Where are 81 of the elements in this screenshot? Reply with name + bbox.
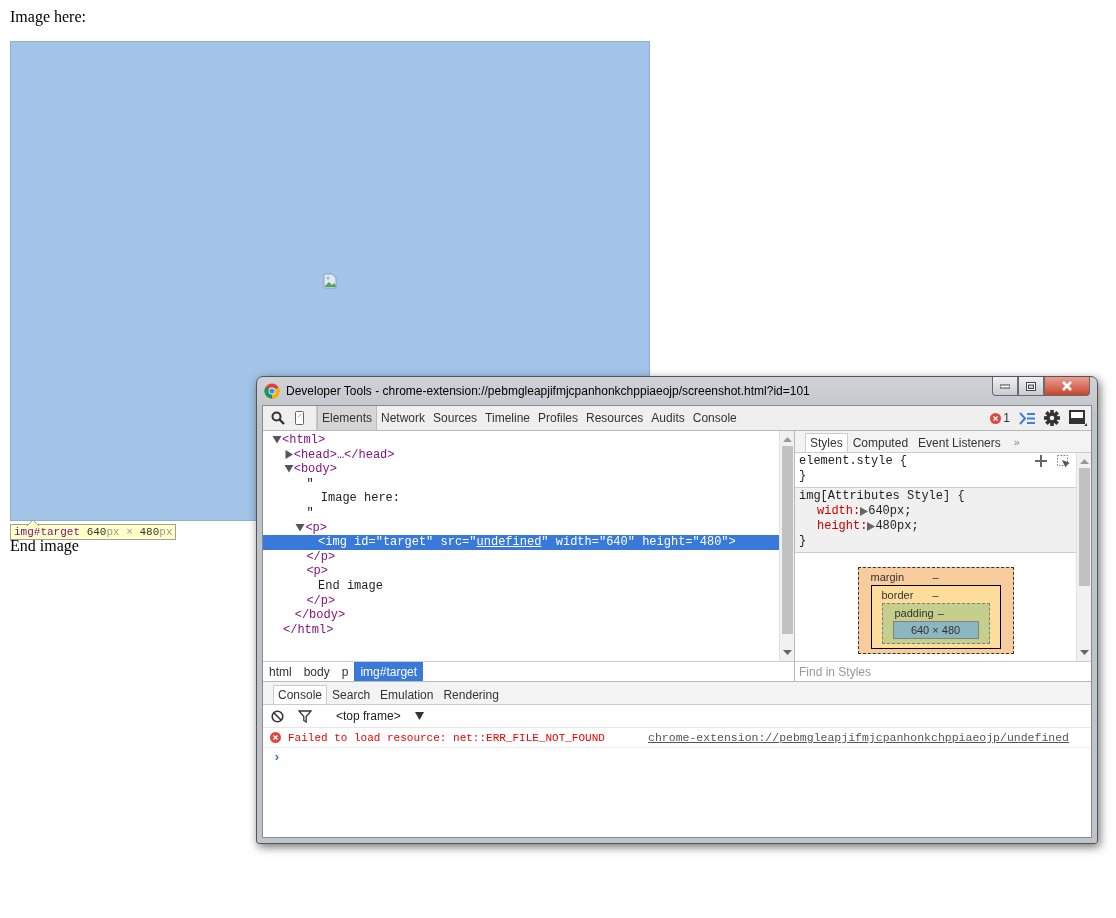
drawer-tab[interactable]: Emulation bbox=[375, 685, 439, 704]
drawer-tab[interactable]: Search bbox=[327, 685, 376, 704]
settings-icon[interactable] bbox=[1044, 410, 1060, 426]
scrollbar[interactable] bbox=[779, 431, 794, 661]
breadcrumb[interactable]: body bbox=[297, 662, 336, 681]
close-button[interactable] bbox=[1044, 377, 1090, 396]
drawer-tab[interactable]: Rendering bbox=[438, 685, 504, 704]
resource-link[interactable]: undefined bbox=[476, 535, 542, 550]
disclosure-triangle-icon[interactable] bbox=[283, 464, 294, 474]
prompt-marker: › bbox=[273, 749, 281, 765]
maximize-button[interactable] bbox=[1018, 377, 1044, 396]
box-model-value: – bbox=[937, 606, 944, 619]
css-selector: element.style { bbox=[799, 454, 908, 469]
breadcrumb[interactable]: html bbox=[263, 662, 298, 681]
dom-node[interactable]: " Image here: " bbox=[263, 476, 779, 521]
clear-icon[interactable] bbox=[271, 709, 284, 723]
disclosure-triangle-icon[interactable] bbox=[272, 435, 282, 444]
css-property: width: bbox=[817, 504, 861, 519]
dom-node[interactable]: </html> bbox=[263, 622, 779, 638]
panel-tab[interactable]: Console bbox=[688, 406, 741, 430]
css-value: 640px; bbox=[868, 504, 912, 519]
minimize-button[interactable] bbox=[992, 377, 1018, 396]
css-property: height: bbox=[817, 519, 868, 534]
css-selector: img[Attributes Style] { bbox=[799, 489, 965, 504]
sidebar-tab[interactable]: Computed bbox=[847, 433, 914, 452]
dom-node[interactable]: </p> bbox=[263, 549, 779, 565]
element-picker-icon[interactable] bbox=[1057, 455, 1070, 468]
source-link[interactable]: chrome-extension://pebmgleapjifmjcpanhonkchppiaeojp/undefined bbox=[648, 731, 1069, 744]
caret-icon bbox=[414, 712, 424, 720]
css-brace: } bbox=[799, 469, 807, 484]
dom-node[interactable]: <body> bbox=[263, 462, 779, 477]
panel-tab[interactable]: Elements bbox=[317, 406, 378, 430]
search-icon[interactable] bbox=[271, 411, 285, 425]
content-box: 640 × 480 bbox=[892, 621, 979, 639]
maximize-icon[interactable] bbox=[1026, 381, 1036, 391]
dom-node[interactable]: End image bbox=[263, 578, 779, 594]
dom-node[interactable]: <head>…</head> bbox=[263, 447, 779, 463]
close-icon[interactable] bbox=[1061, 381, 1073, 391]
dom-node[interactable]: <img id="target" src="undefined" width="640" height="480"> bbox=[263, 535, 779, 550]
app-icon bbox=[264, 383, 280, 399]
panel-tab[interactable]: Profiles bbox=[534, 406, 582, 430]
error-message: Failed to load resource: net::ERR_FILE_NOT_FOUND bbox=[288, 731, 605, 744]
window-title: Developer Tools - chrome-extension://pebmgleapjifmjcpanhonkchppiaeojp/screenshot.html?id=101 bbox=[286, 384, 811, 398]
panel-tab[interactable]: Audits bbox=[647, 406, 689, 430]
frame-dropdown[interactable]: <top frame> bbox=[326, 709, 424, 723]
panel-tab[interactable]: Resources bbox=[582, 406, 648, 430]
panel-tab[interactable]: Network bbox=[377, 406, 430, 430]
phone-icon[interactable] bbox=[295, 411, 304, 425]
scrollbar[interactable] bbox=[1076, 453, 1091, 661]
css-brace: } bbox=[799, 534, 807, 549]
css-value: 480px; bbox=[875, 519, 919, 534]
scroll-down-icon[interactable] bbox=[782, 650, 792, 656]
sidebar-tab[interactable]: Event Listeners bbox=[913, 433, 1006, 452]
breadcrumb[interactable]: img#target bbox=[354, 662, 424, 681]
box-model-value: – bbox=[932, 570, 939, 583]
panel-tab[interactable]: Sources bbox=[429, 406, 482, 430]
scroll-down-icon[interactable] bbox=[1079, 650, 1089, 656]
drawer-tab[interactable]: Console bbox=[273, 685, 328, 704]
body-text: End image bbox=[10, 537, 79, 555]
box-model-label: margin bbox=[870, 570, 905, 583]
console-drawer-icon[interactable] bbox=[1019, 411, 1035, 425]
sidebar-tab[interactable]: Styles bbox=[805, 433, 848, 452]
box-model-label: border bbox=[881, 588, 914, 601]
dom-node[interactable]: </body> bbox=[263, 608, 779, 623]
filter-icon[interactable] bbox=[298, 709, 312, 723]
box-model-value: – bbox=[932, 588, 939, 601]
panel-tab[interactable]: Timeline bbox=[481, 406, 534, 430]
disclosure-triangle-icon[interactable] bbox=[295, 522, 306, 532]
dom-node[interactable]: <p> bbox=[263, 520, 779, 536]
disclosure-triangle-icon[interactable] bbox=[283, 449, 294, 459]
breadcrumb[interactable]: p bbox=[335, 662, 355, 681]
box-model-label: padding bbox=[894, 606, 934, 619]
dom-node[interactable]: </p> bbox=[263, 593, 779, 609]
minimize-icon[interactable] bbox=[1000, 383, 1010, 389]
body-text: Image here: bbox=[10, 8, 86, 26]
dom-node[interactable]: <p> bbox=[263, 564, 779, 579]
dom-node[interactable]: <html> bbox=[263, 433, 779, 448]
add-icon[interactable] bbox=[1035, 455, 1047, 467]
broken-image-icon bbox=[322, 273, 338, 289]
error-icon bbox=[270, 732, 281, 743]
dock-icon[interactable] bbox=[1069, 410, 1087, 426]
